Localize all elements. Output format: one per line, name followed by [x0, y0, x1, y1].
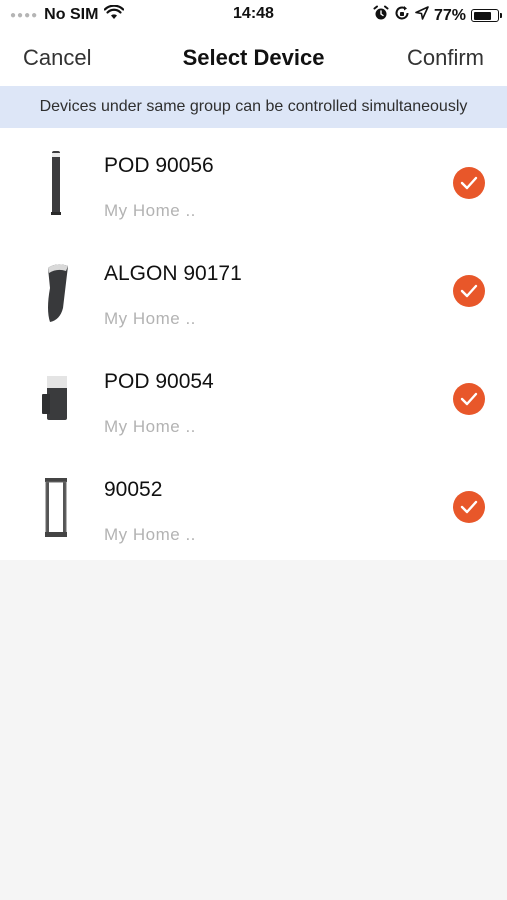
angled-bollard-light-icon: [28, 256, 84, 326]
device-name: ALGON 90171: [104, 262, 242, 285]
orientation-lock-icon: [394, 5, 410, 26]
device-name: POD 90056: [104, 154, 214, 177]
confirm-button[interactable]: Confirm: [407, 45, 484, 71]
checkmark-icon[interactable]: [453, 167, 485, 199]
device-location: My Home ..: [104, 417, 196, 436]
wall-light-icon: [28, 364, 84, 434]
device-location: My Home ..: [104, 201, 196, 220]
device-name: 90052: [104, 478, 163, 501]
lantern-post-light-icon: [28, 472, 84, 542]
device-location: My Home ..: [104, 309, 196, 328]
battery-level: [473, 11, 491, 20]
checkmark-icon[interactable]: [453, 491, 485, 523]
device-row[interactable]: ALGON 90171 My Home ..: [0, 236, 507, 344]
device-list: POD 90056 My Home .. ALGON 90171 My Home…: [0, 128, 507, 560]
device-row[interactable]: POD 90056 My Home ..: [0, 128, 507, 236]
alarm-icon: [373, 5, 389, 26]
device-row[interactable]: POD 90054 My Home ..: [0, 344, 507, 452]
group-notice-banner: Devices under same group can be controll…: [0, 86, 507, 128]
battery-icon: [471, 9, 502, 22]
cancel-button[interactable]: Cancel: [23, 45, 91, 71]
status-bar-right: 77%: [373, 5, 502, 26]
checkmark-icon[interactable]: [453, 383, 485, 415]
status-bar: ●●●● No SIM 14:48 77%: [0, 0, 507, 30]
battery-percent: 77%: [433, 6, 466, 24]
device-location: My Home ..: [104, 525, 196, 544]
bollard-light-icon: [28, 148, 84, 218]
checkmark-icon[interactable]: [453, 275, 485, 307]
device-row[interactable]: 90052 My Home ..: [0, 452, 507, 560]
nav-bar: Cancel Select Device Confirm: [0, 30, 507, 86]
location-icon: [415, 6, 429, 25]
device-name: POD 90054: [104, 370, 214, 393]
